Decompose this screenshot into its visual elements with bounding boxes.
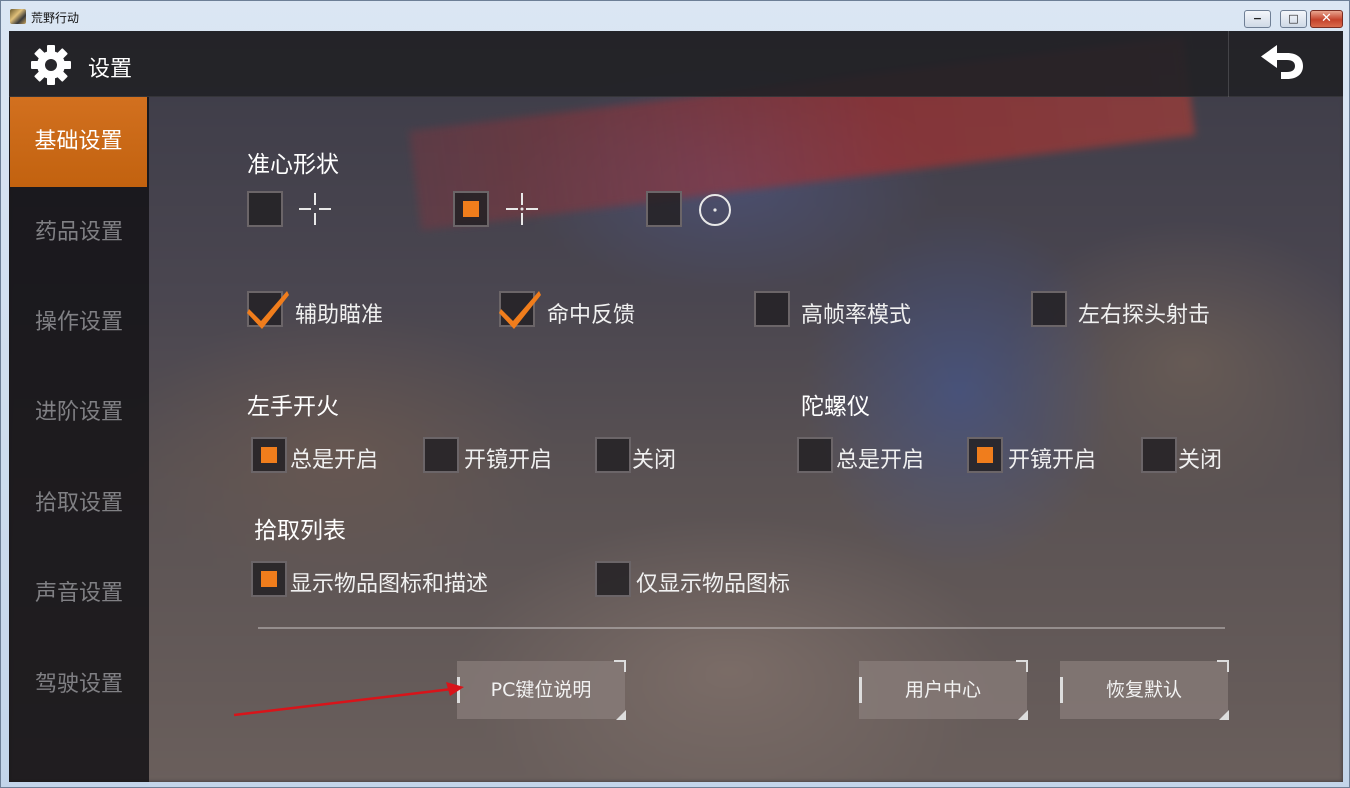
- gyro-off-radio[interactable]: [1141, 437, 1177, 473]
- pickup-icon-only-label: 仅显示物品图标: [636, 572, 791, 597]
- button-corner-mark: [614, 660, 626, 672]
- section-divider: [258, 627, 1225, 629]
- gyroscope-heading: 陀螺仪: [801, 394, 870, 420]
- sidebar-item-driving[interactable]: 驾驶设置: [9, 640, 149, 730]
- window-titlebar[interactable]: 荒野行动 − □ ✕: [1, 1, 1350, 31]
- left-fire-scope-radio[interactable]: [423, 437, 459, 473]
- sidebar-item-medicine[interactable]: 药品设置: [9, 188, 149, 278]
- high-fps-label: 高帧率模式: [801, 303, 912, 328]
- game-client: 设置 基础设置 药品设置 操作设置 进阶设置 拾取设置 声音设置 驾驶设置 准心…: [9, 31, 1343, 782]
- crosshair-cross-dot-icon: [506, 193, 538, 225]
- aim-assist-checkbox[interactable]: [247, 291, 289, 329]
- gyro-scope-radio[interactable]: [967, 437, 1003, 473]
- crosshair-circle-icon: [699, 194, 731, 226]
- left-fire-always-label: 总是开启: [290, 448, 379, 473]
- button-corner-mark: [1018, 710, 1028, 720]
- sidebar-item-controls[interactable]: 操作设置: [9, 278, 149, 368]
- user-center-button[interactable]: 用户中心: [859, 660, 1028, 720]
- sidebar-item-pickup[interactable]: 拾取设置: [9, 459, 149, 549]
- aim-assist-label: 辅助瞄准: [295, 303, 384, 328]
- button-corner-mark: [1016, 660, 1028, 672]
- pc-keys-button-label: PC键位说明: [490, 679, 592, 701]
- settings-sidebar: 基础设置 药品设置 操作设置 进阶设置 拾取设置 声音设置 驾驶设置: [9, 97, 149, 782]
- lean-shoot-label: 左右探头射击: [1078, 303, 1211, 328]
- crosshair-option-1-checkbox[interactable]: [247, 191, 283, 227]
- pickup-icon-desc-radio[interactable]: [251, 561, 287, 597]
- crosshair-cross-icon: [299, 193, 331, 225]
- left-fire-off-radio[interactable]: [595, 437, 631, 473]
- header-divider: [1228, 31, 1229, 97]
- gyro-off-label: 关闭: [1178, 448, 1223, 473]
- settings-header: 设置: [9, 31, 1343, 97]
- restore-default-button-label: 恢复默认: [1105, 679, 1182, 701]
- page-title: 设置: [88, 57, 133, 82]
- annotation-arrow-icon: [233, 682, 464, 717]
- left-fire-scope-label: 开镜开启: [464, 448, 553, 473]
- back-arrow-icon[interactable]: [1257, 39, 1309, 85]
- button-corner-mark: [616, 710, 626, 720]
- checkmark-icon: [247, 291, 289, 329]
- sidebar-item-advanced[interactable]: 进阶设置: [9, 368, 149, 458]
- hit-feedback-checkbox[interactable]: [499, 291, 541, 329]
- hit-feedback-label: 命中反馈: [547, 303, 636, 328]
- left-fire-heading: 左手开火: [247, 394, 339, 420]
- pickup-list-heading: 拾取列表: [254, 518, 346, 544]
- button-edge-mark: [859, 677, 862, 703]
- gear-icon: [31, 45, 71, 85]
- restore-default-button[interactable]: 恢复默认: [1060, 660, 1229, 720]
- close-button[interactable]: ✕: [1310, 10, 1343, 28]
- button-edge-mark: [1060, 677, 1063, 703]
- close-icon: ✕: [1321, 11, 1332, 26]
- gyro-always-radio[interactable]: [797, 437, 833, 473]
- crosshair-option-3-checkbox[interactable]: [646, 191, 682, 227]
- left-fire-always-radio[interactable]: [251, 437, 287, 473]
- app-icon: [10, 9, 26, 24]
- user-center-button-label: 用户中心: [904, 679, 981, 701]
- pickup-icon-desc-label: 显示物品图标和描述: [290, 572, 489, 597]
- app-window: 荒野行动 − □ ✕ 设置 基础设置 药品设置 操作设置 进阶设置 拾取设置 声…: [0, 0, 1350, 788]
- gyro-always-label: 总是开启: [836, 448, 925, 473]
- button-corner-mark: [1219, 710, 1229, 720]
- window-title: 荒野行动: [31, 11, 80, 25]
- checkmark-icon: [499, 291, 541, 329]
- crosshair-heading: 准心形状: [247, 152, 339, 178]
- high-fps-checkbox[interactable]: [754, 291, 790, 327]
- left-fire-off-label: 关闭: [632, 448, 677, 473]
- sidebar-item-sound[interactable]: 声音设置: [9, 549, 149, 639]
- crosshair-option-2-checkbox[interactable]: [453, 191, 489, 227]
- button-corner-mark: [1217, 660, 1229, 672]
- pickup-icon-only-radio[interactable]: [595, 561, 631, 597]
- sidebar-item-basic[interactable]: 基础设置: [10, 97, 147, 187]
- lean-shoot-checkbox[interactable]: [1031, 291, 1067, 327]
- gyro-scope-label: 开镜开启: [1008, 448, 1097, 473]
- pc-keys-button[interactable]: PC键位说明: [457, 660, 626, 720]
- maximize-button[interactable]: □: [1280, 10, 1307, 28]
- maximize-icon: □: [1288, 12, 1299, 25]
- minimize-icon: −: [1252, 12, 1263, 25]
- minimize-button[interactable]: −: [1244, 10, 1271, 28]
